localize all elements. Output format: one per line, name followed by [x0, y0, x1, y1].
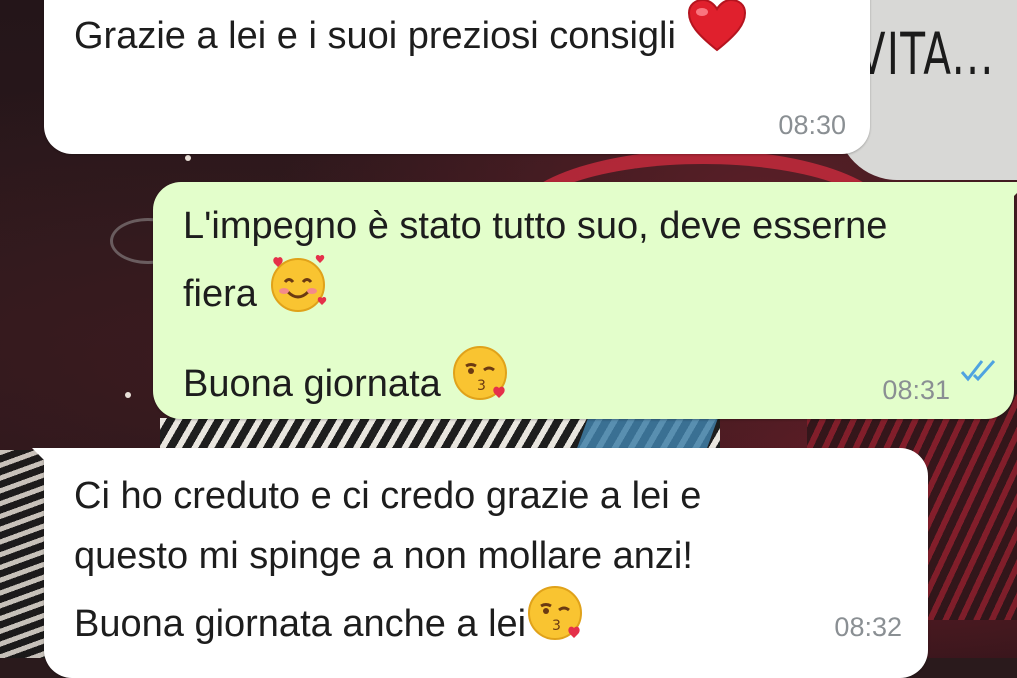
message-line: questo mi spinge a non mollare anzi! [74, 535, 693, 577]
face-blowing-a-kiss-icon: 3 [526, 582, 588, 662]
message-bubble-outgoing[interactable]: L'impegno è stato tutto suo, deve essern… [153, 182, 1017, 422]
message-timestamp: 08:31 [882, 375, 950, 405]
svg-text:3: 3 [477, 378, 486, 394]
message-line: Buona giornata anche a lei [74, 603, 527, 646]
message-text: Ci ho creduto e ci credo grazie a lei e … [74, 466, 928, 666]
message-bubble-incoming[interactable]: Grazie a lei e i suoi preziosi consigli … [44, 0, 870, 154]
message-line: Grazie a lei e i suoi preziosi consigli [74, 15, 676, 58]
face-blowing-a-kiss-icon: 3 [451, 342, 513, 422]
message-timestamp: 08:30 [778, 110, 846, 140]
read-receipt-icon [960, 341, 1000, 401]
red-heart-icon [687, 0, 747, 70]
message-text: Grazie a lei e i suoi preziosi consigli [74, 0, 870, 74]
svg-text:3: 3 [552, 618, 561, 634]
smiling-face-with-hearts-icon [267, 252, 329, 332]
message-timestamp: 08:32 [834, 612, 902, 642]
message-line: fiera [183, 273, 257, 316]
message-line: L'impegno è stato tutto suo, deve essern… [183, 205, 888, 247]
message-bubble-incoming[interactable]: Ci ho creduto e ci credo grazie a lei e … [32, 448, 928, 678]
message-line: Buona giornata [183, 363, 441, 406]
message-line: Ci ho creduto e ci credo grazie a lei e [74, 475, 702, 517]
